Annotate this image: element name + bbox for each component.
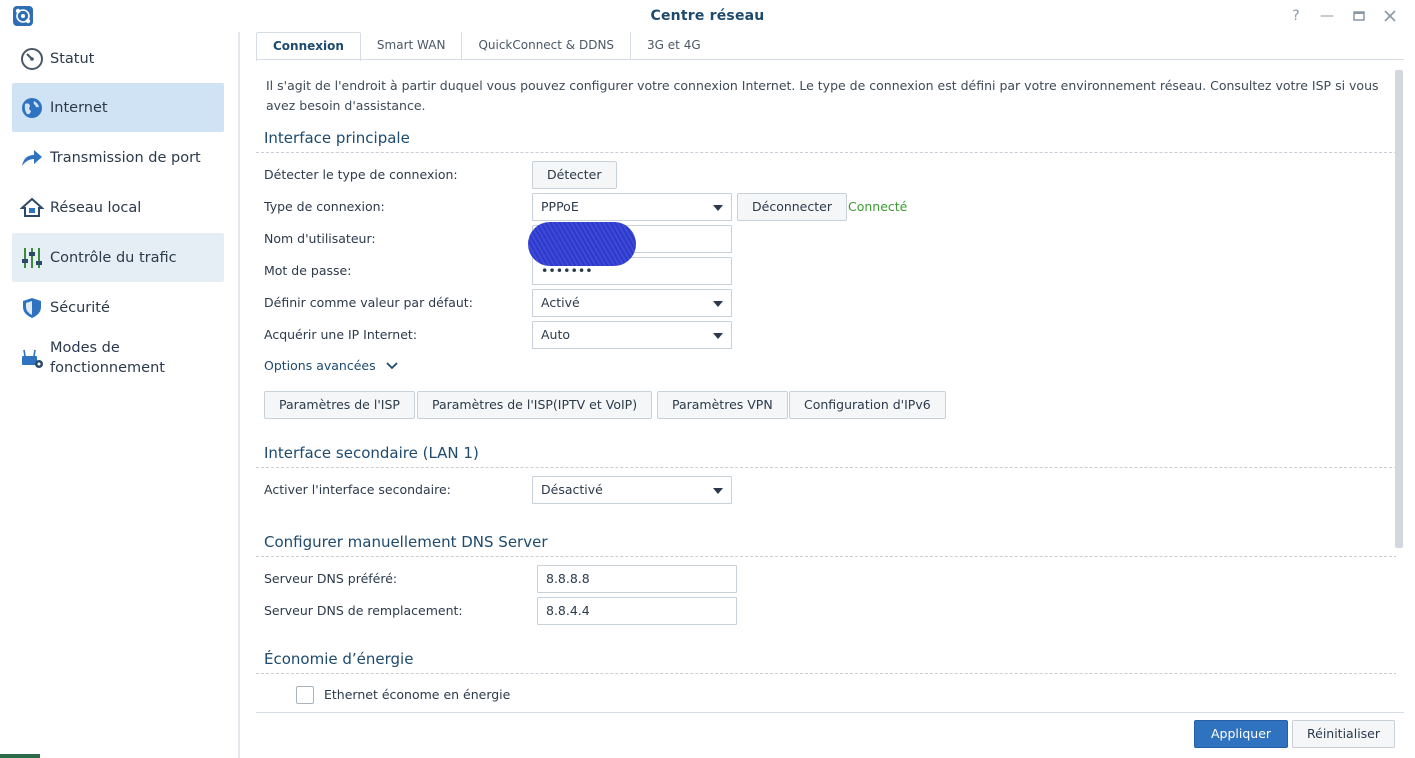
acquire-ip-label: Acquérir une IP Internet: <box>264 327 418 342</box>
ipv6-config-button[interactable]: Configuration d'IPv6 <box>789 391 946 419</box>
apply-button[interactable]: Appliquer <box>1194 720 1289 748</box>
footer-divider <box>256 712 1404 713</box>
intro-text: Il s'agit de l'endroit à partir duquel v… <box>266 78 1379 113</box>
network-center-window: Centre réseau ? — Statut Internet Transm… <box>0 0 1415 758</box>
tab-smart-wan[interactable]: Smart WAN <box>361 32 463 59</box>
connection-type-select[interactable]: PPPoE <box>532 193 732 221</box>
default-gateway-value: Activé <box>541 295 580 310</box>
chevron-down-icon <box>713 301 723 307</box>
gauge-icon <box>21 47 43 70</box>
sidebar-item-label: Réseau local <box>50 199 142 216</box>
sidebar-divider <box>238 32 240 758</box>
redaction-scribble <box>528 222 636 266</box>
sidebar-item-internet[interactable]: Internet <box>12 83 224 132</box>
acquire-ip-select[interactable]: Auto <box>532 321 732 349</box>
detect-button[interactable]: Détecter <box>532 161 617 189</box>
window-title: Centre réseau <box>650 8 765 24</box>
section-title-dns: Configurer manuellement DNS Server <box>264 533 548 551</box>
content-scrollbar[interactable] <box>1395 70 1403 548</box>
connection-type-label: Type de connexion: <box>264 199 385 214</box>
isp-settings-button[interactable]: Paramètres de l'ISP <box>264 391 415 419</box>
sidebar-item-label: Statut <box>50 50 95 67</box>
minimize-icon[interactable]: — <box>1317 6 1337 26</box>
tab-bar: Connexion Smart WAN QuickConnect & DDNS … <box>256 32 717 61</box>
default-gateway-label: Définir comme valeur par défaut: <box>264 295 473 310</box>
sidebar-item-port-forwarding[interactable]: Transmission de port <box>12 133 224 182</box>
section-divider <box>256 556 1396 557</box>
detect-type-label: Détecter le type de connexion: <box>264 167 458 182</box>
preferred-dns-label: Serveur DNS préféré: <box>264 571 398 586</box>
section-title-energy: Économie d’énergie <box>264 650 414 668</box>
energy-efficient-ethernet-label: Ethernet économe en énergie <box>324 687 511 702</box>
alternate-dns-input[interactable]: 8.8.4.4 <box>537 597 737 625</box>
share-arrow-icon <box>22 149 42 166</box>
globe-icon <box>22 97 42 118</box>
sidebar-item-label-line2: fonctionnement <box>50 360 165 376</box>
sidebar-item-statut[interactable]: Statut <box>12 34 224 83</box>
enable-secondary-select[interactable]: Désactivé <box>532 476 732 504</box>
sidebar: Statut Internet Transmission de port Rés… <box>0 32 238 758</box>
chevron-down-icon <box>713 333 723 339</box>
energy-efficient-ethernet-checkbox[interactable] <box>296 686 314 704</box>
section-divider <box>256 152 1396 153</box>
tab-3g-4g[interactable]: 3G et 4G <box>631 32 717 59</box>
isp-iptv-voip-button[interactable]: Paramètres de l'ISP(IPTV et VoIP) <box>417 391 653 419</box>
username-label: Nom d'utilisateur: <box>264 231 376 246</box>
chevron-down-icon <box>385 362 398 370</box>
enable-secondary-value: Désactivé <box>541 482 603 497</box>
connection-settings-panel: Il s'agit de l'endroit à partir duquel v… <box>256 60 1396 712</box>
tab-connexion[interactable]: Connexion <box>256 32 361 61</box>
router-gear-icon <box>22 349 43 368</box>
default-gateway-select[interactable]: Activé <box>532 289 732 317</box>
sidebar-item-label: Internet <box>50 99 108 116</box>
chevron-down-icon <box>713 205 723 211</box>
vpn-settings-button[interactable]: Paramètres VPN <box>657 391 788 419</box>
disconnect-button[interactable]: Déconnecter <box>737 193 847 221</box>
sidebar-item-operation-modes[interactable]: Modes de fonctionnement <box>12 333 224 385</box>
shield-icon <box>23 297 41 318</box>
sidebar-item-label: Sécurité <box>50 299 110 316</box>
sidebar-item-traffic-control[interactable]: Contrôle du trafic <box>12 233 224 282</box>
preferred-dns-input[interactable]: 8.8.8.8 <box>537 565 737 593</box>
sliders-icon <box>22 247 42 268</box>
sidebar-item-label: Contrôle du trafic <box>50 249 177 266</box>
preferred-dns-value: 8.8.8.8 <box>546 571 590 586</box>
section-divider <box>256 673 1396 674</box>
home-network-icon <box>20 197 44 217</box>
password-label: Mot de passe: <box>264 263 352 278</box>
sidebar-item-label: Modes de <box>50 340 120 356</box>
acquire-ip-value: Auto <box>541 327 571 342</box>
alternate-dns-value: 8.8.4.4 <box>546 603 590 618</box>
section-title-primary: Interface principale <box>264 129 410 147</box>
sidebar-item-security[interactable]: Sécurité <box>12 283 224 332</box>
title-bar: Centre réseau ? — <box>0 0 1415 32</box>
advanced-options-toggle[interactable]: Options avancées <box>264 358 398 373</box>
connection-status: Connecté <box>848 199 908 214</box>
chevron-down-icon <box>713 488 723 494</box>
help-icon[interactable]: ? <box>1286 6 1306 26</box>
sidebar-item-label: Transmission de port <box>50 149 201 166</box>
advanced-options-label: Options avancées <box>264 358 376 373</box>
section-divider <box>256 467 1396 468</box>
enable-secondary-label: Activer l'interface secondaire: <box>264 482 451 497</box>
taskbar-accent <box>0 754 40 758</box>
connection-type-value: PPPoE <box>541 199 579 214</box>
sidebar-item-local-network[interactable]: Réseau local <box>12 183 224 232</box>
maximize-icon[interactable] <box>1349 6 1369 26</box>
tab-quickconnect-ddns[interactable]: QuickConnect & DDNS <box>462 32 632 59</box>
reset-button[interactable]: Réinitialiser <box>1292 720 1396 748</box>
close-icon[interactable] <box>1380 6 1400 26</box>
section-title-secondary: Interface secondaire (LAN 1) <box>264 444 479 462</box>
alternate-dns-label: Serveur DNS de remplacement: <box>264 603 463 618</box>
